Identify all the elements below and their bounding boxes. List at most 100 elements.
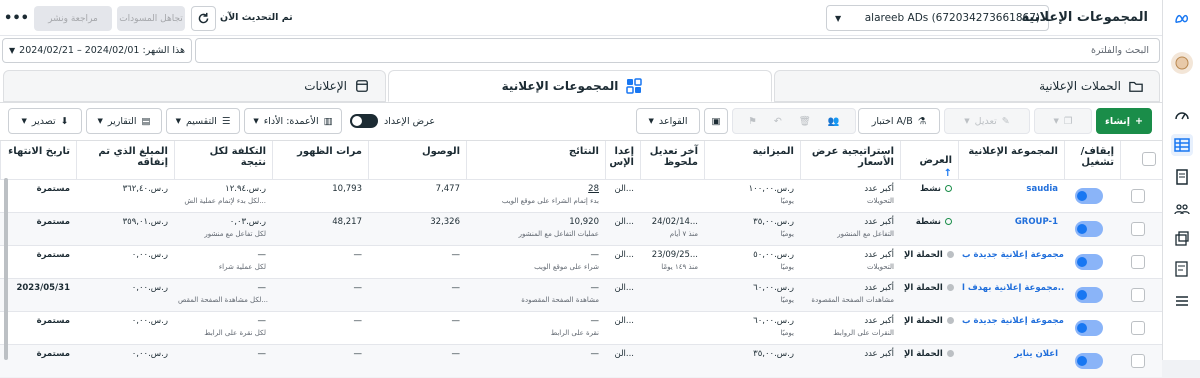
tab-adsets[interactable]: المجموعات الإعلانية: [388, 70, 772, 102]
reach-cell-value: 32,326: [430, 217, 460, 227]
adset-name-cell-value[interactable]: saudia: [1026, 184, 1058, 194]
bid-strategy-cell-value: أكبر عدد: [864, 283, 894, 293]
table-row[interactable]: مجموعة إعلانية بهدف ا... الحملة الإ أكبر ع…: [0, 278, 1162, 311]
horizontal-scrollbar[interactable]: [4, 178, 8, 360]
select-all-checkbox[interactable]: [1142, 152, 1156, 166]
col-last-edit[interactable]: آخر تعديل ملحوظ: [640, 141, 704, 179]
col-delivery[interactable]: العرض ↑: [900, 141, 958, 179]
adset-name-cell[interactable]: اعلان يناير: [958, 345, 1064, 378]
row-checkbox[interactable]: [1131, 189, 1145, 203]
date-range-picker[interactable]: ▼ هذا الشهر: 2024/02/01 – 2024/02/21: [2, 38, 192, 63]
table-row[interactable]: مجموعة إعلانية جديدة ب... الحملة الإ أكبر …: [0, 245, 1162, 278]
account-avatar-icon[interactable]: [1171, 52, 1193, 74]
table-icon[interactable]: [1171, 134, 1193, 156]
table-row[interactable]: مجموعة إعلانية جديدة ب... الحملة الإ أكبر …: [0, 311, 1162, 344]
audience-icon[interactable]: [1171, 198, 1193, 220]
col-impressions[interactable]: مرات الظهور: [272, 141, 368, 179]
row-checkbox[interactable]: [1131, 321, 1145, 335]
row-checkbox[interactable]: [1131, 255, 1145, 269]
tab-campaigns[interactable]: الحملات الإعلانية: [774, 70, 1160, 102]
col-amount-spent[interactable]: المبلغ الذي تم إنفاقه: [76, 141, 174, 179]
adset-name-cell[interactable]: GROUP-1: [958, 213, 1064, 246]
onoff-toggle[interactable]: [1075, 188, 1103, 204]
ab-test-button[interactable]: اختبار A/B ⚗: [858, 108, 940, 134]
attribution-cell: الن...: [605, 213, 640, 246]
adset-name-cell[interactable]: saudia: [958, 180, 1064, 213]
onoff-toggle[interactable]: [1075, 353, 1103, 369]
people-icon[interactable]: 👥: [828, 116, 840, 127]
impressions-cell-value: —: [353, 349, 363, 359]
row-checkbox[interactable]: [1131, 222, 1145, 236]
onoff-toggle[interactable]: [1075, 254, 1103, 270]
col-results[interactable]: النتائج: [466, 141, 605, 179]
edit-button[interactable]: ▼ تعديل ✎: [944, 108, 1030, 134]
gauge-icon[interactable]: [1171, 104, 1193, 126]
adset-name-cell-value[interactable]: اعلان يناير: [1014, 349, 1058, 359]
breakdown-button[interactable]: ▼ التقسيم ☰: [166, 108, 240, 134]
col-attribution[interactable]: إعدا الإس: [605, 141, 640, 179]
view-setup-toggle[interactable]: عرض الإعداد: [350, 114, 435, 128]
table-row[interactable]: saudia نشط أكبر عدد التحويلات ر.س.١٠٠,٠٠ يومي…: [0, 179, 1162, 212]
account-selector[interactable]: ▼ alareeb ADs (672034273661867): [826, 5, 1049, 31]
bid-strategy-cell-value: أكبر عدد: [864, 184, 894, 194]
cost-per-result-cell: — لكل عملية شراء: [174, 246, 272, 279]
chevron-down-icon: ▼: [253, 117, 259, 125]
refresh-button[interactable]: [191, 6, 216, 31]
row-checkbox[interactable]: [1131, 288, 1145, 302]
duplicate-button[interactable]: ▼ ❐: [1034, 108, 1092, 134]
attribution-cell-value: الن...: [614, 217, 634, 227]
budget-cell-subtext: يوميًا: [780, 197, 794, 205]
undo-icon[interactable]: ↶: [774, 116, 782, 127]
adset-name-cell-value[interactable]: مجموعة إعلانية بهدف ا...: [962, 283, 1064, 293]
discard-drafts-button[interactable]: تجاهل المسودات: [117, 6, 185, 31]
adset-name-cell-value[interactable]: مجموعة إعلانية جديدة ب...: [962, 316, 1064, 326]
delete-icon[interactable]: 🗑: [799, 116, 811, 127]
cost-per-result-cell-value: —: [257, 283, 267, 293]
preview-button[interactable]: ▣: [704, 108, 728, 134]
table-row[interactable]: GROUP-1 نشطة أكبر عدد التفاعل مع المنشور ر.س…: [0, 212, 1162, 245]
delivery-cell-value: الحملة الإ: [904, 316, 943, 326]
col-cost-per-result[interactable]: التكلفة لكل نتيجة: [174, 141, 272, 179]
tag-icon[interactable]: ⚑: [748, 116, 757, 127]
toggle-switch[interactable]: [350, 114, 378, 128]
table-row[interactable]: اعلان يناير الحملة الإ أكبر عدد ر.س.٣٥,٠٠ ال…: [0, 344, 1162, 377]
onoff-toggle[interactable]: [1075, 221, 1103, 237]
onoff-toggle[interactable]: [1075, 320, 1103, 336]
adset-name-cell[interactable]: مجموعة إعلانية جديدة ب...: [958, 246, 1064, 279]
media-library-icon[interactable]: [1171, 228, 1193, 250]
last-edit-cell: [640, 312, 704, 345]
export-button[interactable]: ▼ تصدير ⬇: [8, 108, 82, 134]
columns-button[interactable]: ▼ الأعمدة: الأداء ▥: [244, 108, 342, 134]
cost-per-result-cell: — لكل نقرة على الرابط: [174, 312, 272, 345]
onoff-toggle[interactable]: [1075, 287, 1103, 303]
tab-ads[interactable]: الإعلانات: [3, 70, 386, 102]
meta-logo-icon[interactable]: [1171, 8, 1193, 30]
col-budget[interactable]: الميزانية: [704, 141, 800, 179]
adset-name-cell[interactable]: مجموعة إعلانية جديدة ب...: [958, 312, 1064, 345]
select-all-header[interactable]: [1120, 141, 1162, 179]
rules-button[interactable]: ▼ القواعد: [636, 108, 700, 134]
bid-strategy-cell-subtext: التحويلات: [866, 197, 894, 205]
results-cell: — شراء على موقع الويب: [466, 246, 605, 279]
col-reach[interactable]: الوصول: [368, 141, 466, 179]
amount-spent-cell-value: ر.س.٠,٠٠: [131, 250, 168, 260]
col-ends[interactable]: تاريخ الانتهاء: [0, 141, 76, 179]
col-bid-strategy[interactable]: استراتيجية عرض الأسعار: [800, 141, 900, 179]
col-onoff[interactable]: إيقاف/ تشغيل: [1064, 141, 1120, 179]
attribution-cell: الن...: [605, 246, 640, 279]
adset-name-cell-value[interactable]: GROUP-1: [1015, 217, 1058, 227]
search-input[interactable]: البحث والفلترة: [195, 38, 1160, 63]
bid-strategy-cell-value: أكبر عدد: [864, 349, 894, 359]
menu-icon[interactable]: [1171, 290, 1193, 312]
adset-name-cell-value[interactable]: مجموعة إعلانية جديدة ب...: [962, 250, 1064, 260]
notes-icon[interactable]: [1171, 166, 1193, 188]
more-options-icon[interactable]: •••: [4, 6, 29, 31]
billing-icon[interactable]: [1171, 258, 1193, 280]
create-button[interactable]: إنشاء +: [1096, 108, 1152, 134]
reports-button[interactable]: ▼ التقارير ▤: [86, 108, 162, 134]
adset-name-cell[interactable]: مجموعة إعلانية بهدف ا...: [958, 279, 1064, 312]
row-checkbox[interactable]: [1131, 354, 1145, 368]
col-adset[interactable]: المجموعة الإعلانية: [958, 141, 1064, 179]
ends-cell-value: مستمرة: [36, 217, 70, 227]
review-publish-button[interactable]: مراجعة ونشر: [34, 6, 112, 31]
